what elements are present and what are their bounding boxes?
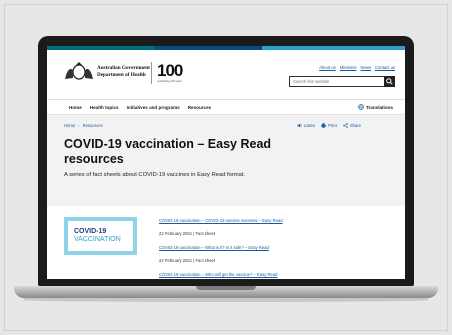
- coat-of-arms-icon: [65, 62, 93, 80]
- resource-link-overview[interactable]: COVID-19 vaccination – COVID-19 vaccine …: [159, 218, 283, 225]
- site-header: Australian Government Department of Heal…: [47, 50, 405, 99]
- translations-button[interactable]: Translations: [358, 104, 393, 110]
- page-hero: Home › Resources Listen Print Share COVI…: [47, 115, 405, 206]
- resource-type: Fact sheet: [195, 231, 216, 236]
- search-icon: [386, 78, 393, 85]
- laptop-shadow: [24, 298, 428, 302]
- listen-button[interactable]: Listen: [297, 123, 315, 128]
- printer-icon: [321, 123, 326, 128]
- resource-meta: 22 February 2021 | Fact sheet: [159, 258, 216, 263]
- utility-links: About us Ministers News Contact us: [319, 65, 395, 70]
- resource-date: 22 February 2021: [159, 231, 193, 236]
- contact-us-link[interactable]: Contact us: [375, 65, 395, 70]
- breadcrumb-resources[interactable]: Resources: [83, 123, 103, 128]
- about-us-link[interactable]: About us: [319, 65, 336, 70]
- print-button[interactable]: Print: [321, 123, 337, 128]
- globe-icon: [358, 104, 364, 110]
- thumbnail-title: COVID-19: [74, 228, 107, 235]
- resource-type: Fact sheet: [195, 258, 216, 263]
- resource-links: COVID-19 vaccination – COVID-19 vaccine …: [159, 218, 283, 279]
- nav-resources[interactable]: Resources: [188, 105, 212, 110]
- breadcrumb-home[interactable]: Home: [64, 123, 75, 128]
- breadcrumb: Home › Resources: [64, 123, 103, 128]
- search-box: [289, 76, 395, 87]
- thumbnail-word-rest: ACCINATION: [78, 236, 121, 243]
- gov-line-1: Australian Government: [97, 65, 150, 71]
- resource-link-what-is-it[interactable]: COVID-19 vaccination – What is it? Is it…: [159, 245, 283, 252]
- laptop-notch: [196, 286, 256, 290]
- page-subtitle: A series of fact sheets about COVID-19 v…: [64, 172, 246, 178]
- search-button[interactable]: [384, 76, 395, 87]
- covid-vaccination-thumbnail[interactable]: COVID-19 VACCINATION: [64, 217, 137, 255]
- resource-meta: 22 February 2021 | Fact sheet: [159, 231, 216, 236]
- resource-link-who-will-get[interactable]: COVID-19 vaccination – Who will get the …: [159, 272, 283, 279]
- share-button[interactable]: Share: [343, 123, 361, 128]
- page-title: COVID-19 vaccination – Easy Read resourc…: [64, 137, 272, 166]
- speaker-icon: [297, 123, 302, 128]
- centenary-subtext: celebrating 100 years: [157, 80, 182, 83]
- listen-label: Listen: [304, 123, 316, 128]
- centenary-logo: 100: [157, 61, 183, 80]
- header-divider: [151, 62, 152, 84]
- ministers-link[interactable]: Ministers: [340, 65, 357, 70]
- resources-list: COVID-19 VACCINATION COVID-19 vaccinatio…: [47, 206, 405, 279]
- share-icon: [343, 123, 348, 128]
- nav-home[interactable]: Home: [69, 105, 82, 110]
- print-label: Print: [328, 123, 337, 128]
- government-name[interactable]: Australian Government Department of Heal…: [97, 65, 150, 79]
- share-label: Share: [349, 123, 361, 128]
- page-tools: Listen Print Share: [297, 123, 361, 128]
- translations-label: Translations: [365, 104, 393, 110]
- main-nav: Home Health topics Initiatives and progr…: [47, 99, 405, 115]
- thumbnail-subtitle: VACCINATION: [74, 236, 121, 243]
- nav-initiatives[interactable]: Initiatives and programs: [127, 105, 180, 110]
- thumbnail-card: COVID-19 VACCINATION: [68, 221, 133, 251]
- laptop-screen: Australian Government Department of Heal…: [47, 46, 405, 279]
- breadcrumb-separator-icon: ›: [78, 123, 80, 128]
- search-input[interactable]: [290, 77, 385, 86]
- gov-line-2: Department of Health: [97, 72, 146, 78]
- nav-health-topics[interactable]: Health topics: [90, 105, 119, 110]
- resource-date: 22 February 2021: [159, 258, 193, 263]
- news-link[interactable]: News: [360, 65, 370, 70]
